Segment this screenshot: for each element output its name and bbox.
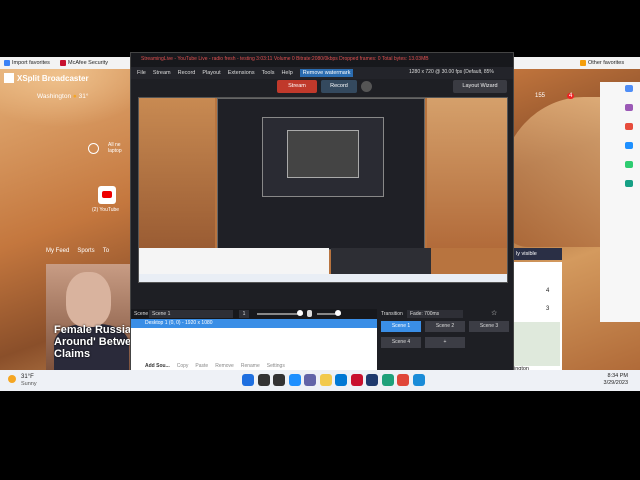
source-item[interactable]: Desktop 1 (0, 0) - 1920 x 1080	[131, 319, 377, 328]
taskbar-temperature[interactable]: 31°F	[21, 374, 34, 380]
mcafee-favicon-icon	[60, 60, 66, 66]
microphone-icon[interactable]	[307, 310, 312, 317]
globe-icon	[88, 143, 99, 154]
news-photo-face	[66, 272, 111, 327]
youtube-label: (2) YouTube	[92, 207, 120, 213]
dell-icon[interactable]	[366, 374, 378, 386]
sidebar-icon-5[interactable]	[625, 161, 633, 168]
sidebar-icon-3[interactable]	[625, 123, 633, 130]
sun-icon	[8, 375, 16, 383]
preview-sources-panel	[139, 248, 329, 274]
sidebar-icon-4[interactable]	[625, 142, 633, 149]
import-icon	[4, 60, 10, 66]
star-icon[interactable]: ☆	[491, 310, 499, 318]
xsplit-icon[interactable]	[412, 374, 425, 386]
transition-select[interactable]: Fade: 700ms	[407, 310, 463, 318]
remove-button[interactable]: Remove	[215, 363, 234, 369]
menu-file[interactable]: File	[137, 70, 146, 76]
menu-tools[interactable]: Tools	[262, 70, 275, 76]
news-headline[interactable]: Female Russia Around' Betwe Claims	[54, 324, 134, 360]
taskbar-condition: Sunny	[21, 381, 37, 387]
preview-taskbar	[139, 274, 507, 282]
widgets-icon[interactable]	[288, 374, 301, 386]
rename-button[interactable]: Rename	[241, 363, 260, 369]
volume-knob[interactable]	[297, 310, 303, 316]
rewards-counter[interactable]: 155	[535, 93, 545, 99]
search-icon[interactable]	[257, 374, 270, 386]
copy-button[interactable]: Copy	[177, 363, 189, 369]
edge-icon[interactable]	[381, 374, 394, 386]
scene-number[interactable]: 1	[239, 310, 249, 318]
record-button[interactable]: Record	[321, 80, 357, 93]
scene-2-button[interactable]: Scene 2	[425, 321, 465, 332]
sidebar-text: All ne laptop	[108, 142, 122, 154]
right-card-num-2: 3	[546, 306, 550, 312]
preview-desktop-right	[427, 98, 507, 248]
msn-logo[interactable]: XSplit Broadcaster	[17, 74, 89, 83]
mcafee-icon[interactable]	[350, 374, 363, 386]
xsplit-titlebar: StreamingLive - YouTube Live - radio fre…	[131, 53, 513, 67]
snapshot-icon[interactable]	[361, 81, 372, 92]
task-view-icon[interactable]	[273, 374, 285, 386]
chrome-icon[interactable]	[397, 374, 409, 386]
settings-button[interactable]: Settings	[267, 363, 285, 369]
file-explorer-icon[interactable]	[319, 374, 332, 386]
paste-button[interactable]: Paste	[195, 363, 208, 369]
menu-stream[interactable]: Stream	[153, 70, 171, 76]
sidebar-icon-6[interactable]	[625, 180, 633, 187]
xsplit-window: StreamingLive - YouTube Live - radio fre…	[130, 52, 514, 374]
scene-4-button[interactable]: Scene 4	[381, 337, 421, 348]
sidebar-icon-2[interactable]	[625, 104, 633, 111]
scene-1-button[interactable]: Scene 1	[381, 321, 421, 332]
xsplit-title: StreamingLive - YouTube Live - radio fre…	[141, 56, 429, 62]
feed-tabs: My Feed Sports To	[46, 248, 131, 258]
msn-logo-icon	[4, 73, 14, 83]
scene-3-button[interactable]: Scene 3	[469, 321, 509, 332]
weather-widget[interactable]: Washington ● 31°	[37, 93, 89, 100]
recursive-preview-2	[262, 117, 384, 197]
preview-desktop-left	[139, 98, 215, 248]
menu-extensions[interactable]: Extensions	[228, 70, 255, 76]
tab-more[interactable]: To	[103, 248, 109, 258]
tab-sports[interactable]: Sports	[77, 248, 94, 258]
youtube-icon	[102, 191, 112, 198]
menu-record[interactable]: Record	[178, 70, 196, 76]
sidebar-icon-1[interactable]	[625, 85, 633, 92]
right-card-header: ly visible	[514, 248, 562, 260]
mail-icon[interactable]	[335, 374, 347, 386]
recursive-preview-1	[217, 98, 425, 250]
mic-knob[interactable]	[335, 310, 341, 316]
clock-date: 3/29/2023	[603, 380, 628, 386]
layout-wizard-button[interactable]: Layout Wizard	[453, 80, 507, 93]
add-scene-button[interactable]: +	[425, 337, 465, 348]
stream-preview[interactable]	[138, 97, 508, 283]
add-source-button[interactable]: Add Sou...	[145, 363, 170, 369]
map-thumbnail	[514, 322, 560, 366]
folder-icon	[580, 60, 586, 66]
stream-button[interactable]: Stream	[277, 80, 317, 93]
favorite-other[interactable]: Other favorites	[580, 59, 624, 67]
remove-watermark-button[interactable]: Remove watermark	[299, 69, 354, 77]
right-card-num-1: 4	[546, 288, 550, 294]
tab-my-feed[interactable]: My Feed	[46, 248, 69, 258]
resolution-info[interactable]: 1280 x 720 @ 30.00 fps (Default, 85%	[409, 69, 494, 75]
windows-start-icon[interactable]	[242, 374, 254, 386]
recursive-preview-3	[287, 130, 359, 178]
right-news-card[interactable]: ly visible 4 3 ington	[512, 248, 562, 372]
scene-name-input[interactable]: Scene 1	[149, 310, 233, 318]
edge-sidebar	[600, 82, 640, 322]
clock-time: 8:34 PM	[607, 373, 628, 379]
menu-help[interactable]: Help	[281, 70, 292, 76]
menu-playout[interactable]: Playout	[202, 70, 220, 76]
favorite-mcafee[interactable]: McAfee Security	[60, 59, 108, 67]
favorite-import[interactable]: Import favorites	[4, 59, 50, 67]
preview-transition-panel	[331, 248, 431, 274]
scene-label: Scene	[134, 311, 149, 317]
taskbar-clock[interactable]: 8:34 PM 3/29/2023	[594, 373, 628, 387]
chat-icon[interactable]	[304, 374, 316, 386]
transition-label: Transition	[381, 311, 403, 317]
